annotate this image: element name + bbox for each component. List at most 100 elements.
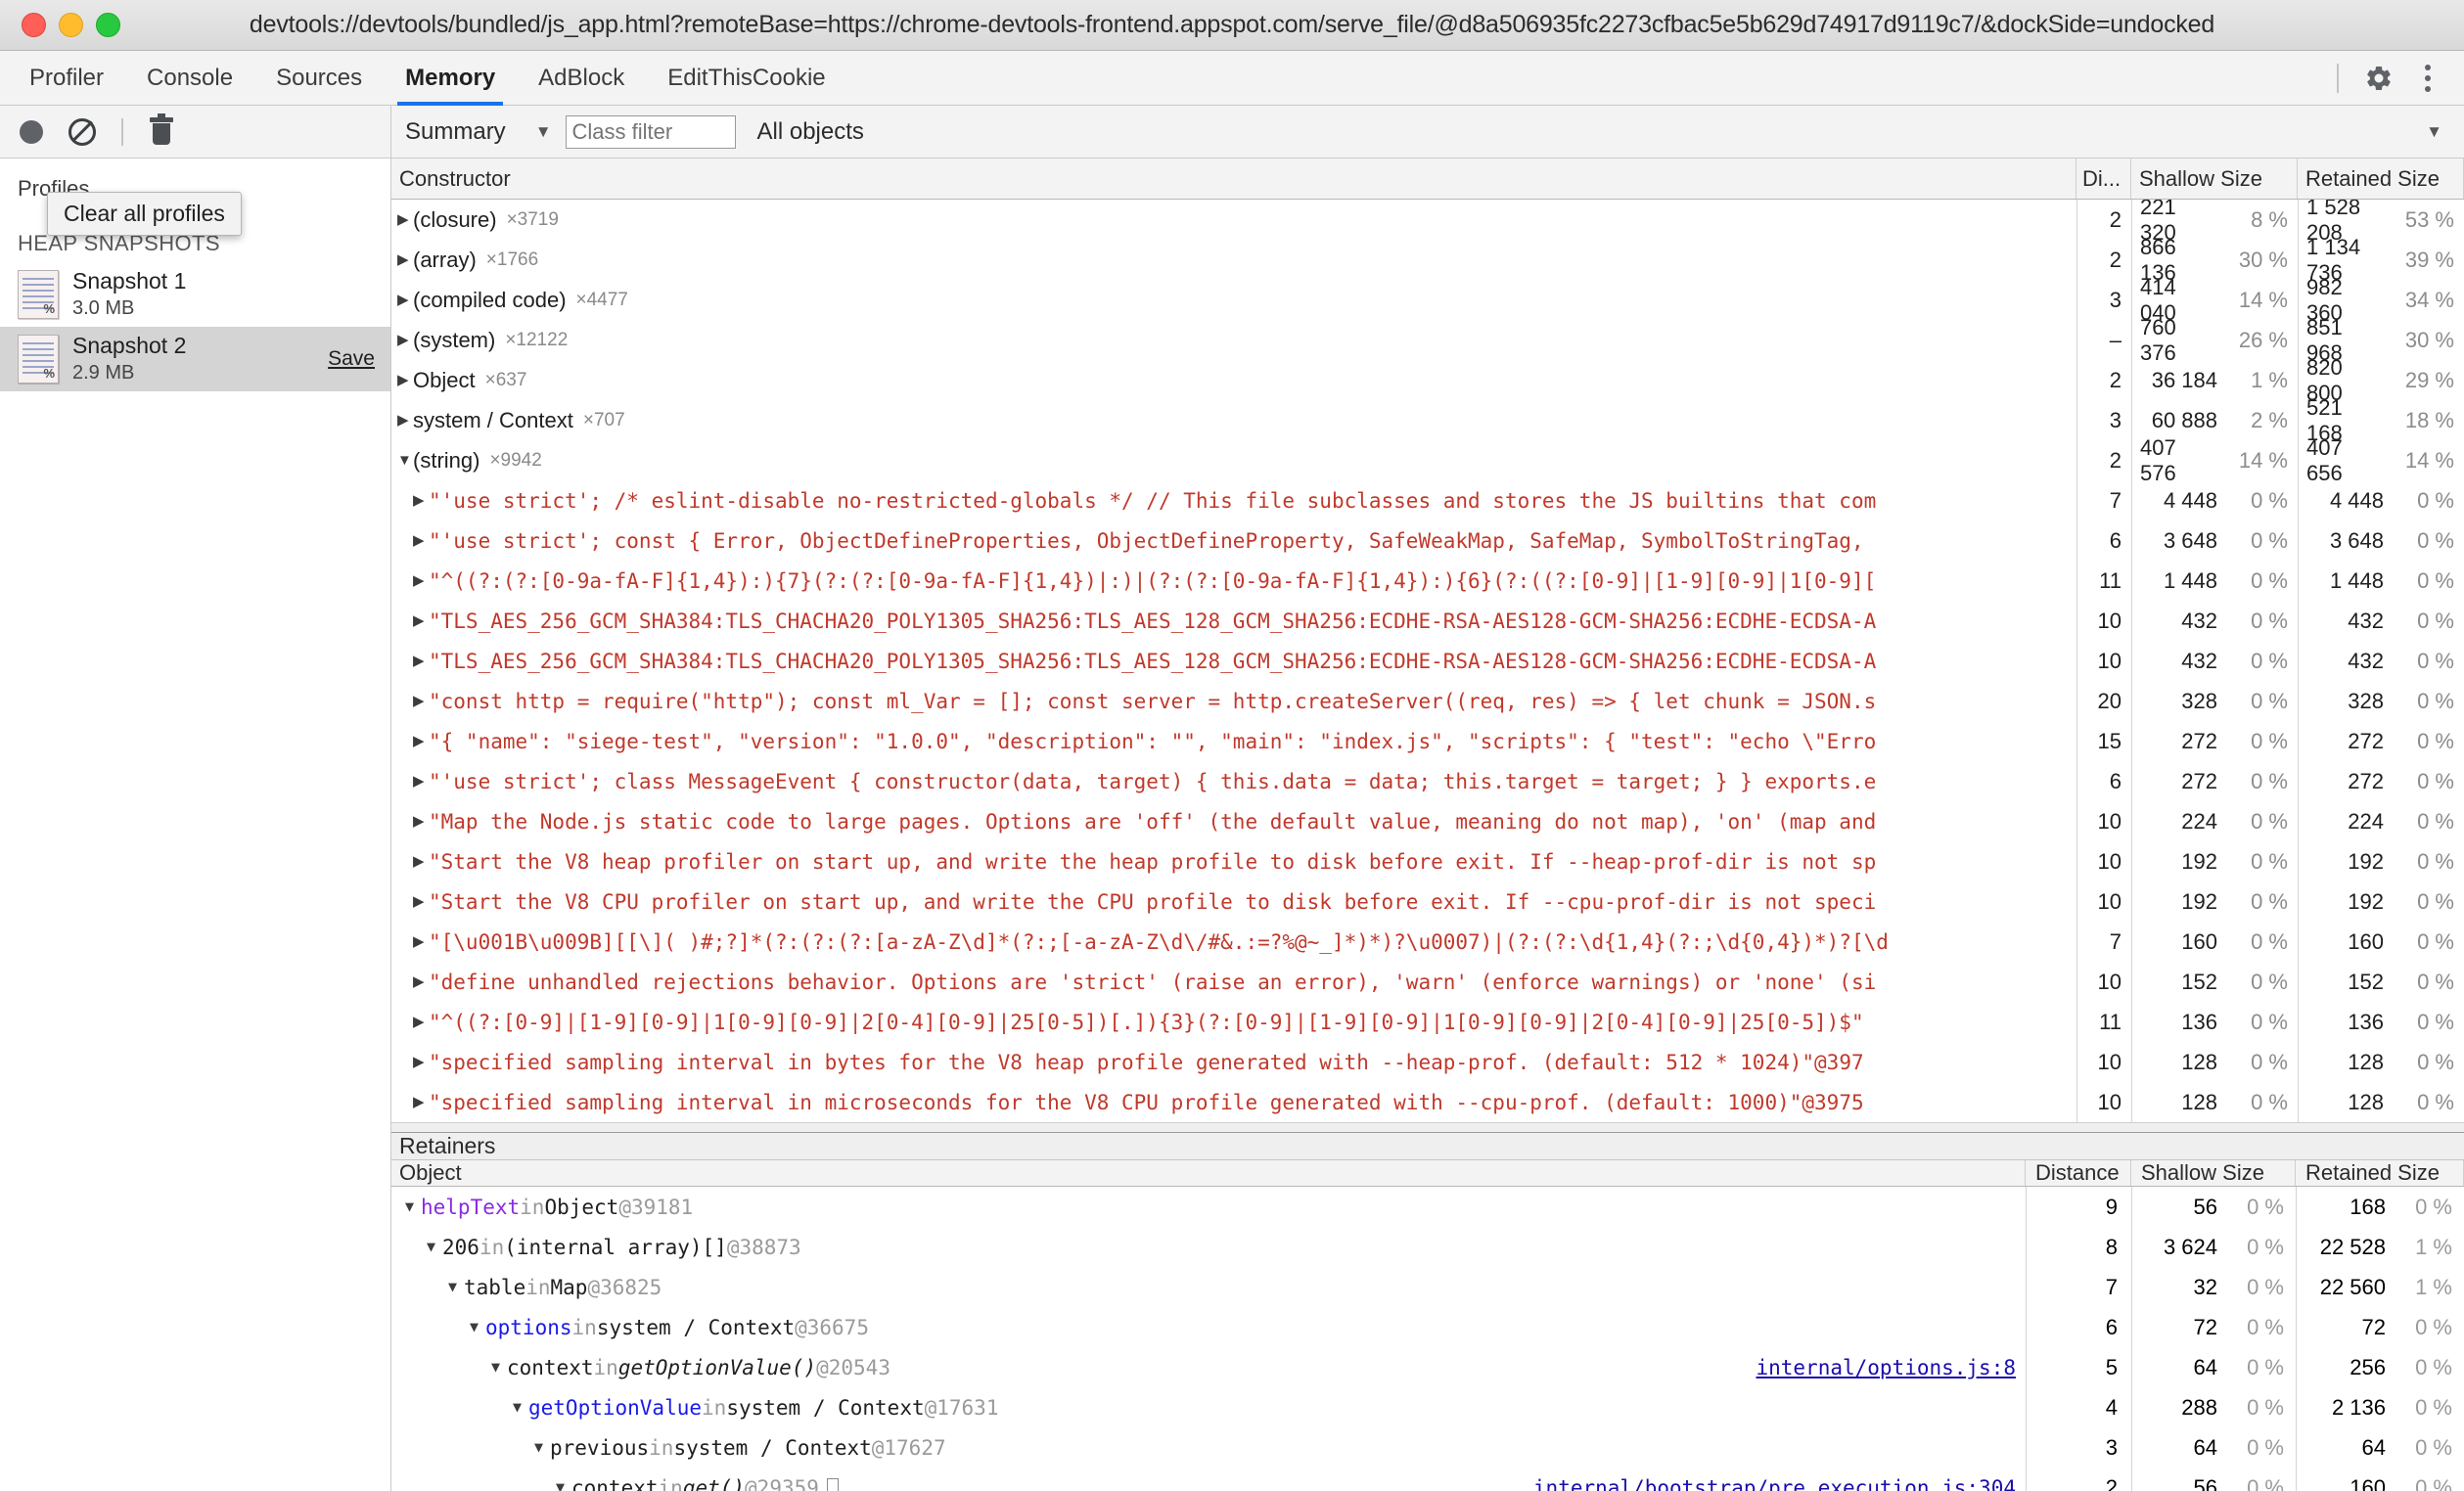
table-row[interactable]: ▼table in Map @368257320 %22 5601 % <box>391 1267 2464 1307</box>
table-row[interactable]: ▶"'use strict'; const { Error, ObjectDef… <box>391 520 2464 561</box>
table-row[interactable]: ▼getOptionValue in system / Context @176… <box>391 1387 2464 1427</box>
table-row[interactable]: ▼206 in (internal array)[] @3887383 6240… <box>391 1227 2464 1267</box>
view-mode-select[interactable]: Summary ▼ <box>405 118 566 146</box>
column-header-distance[interactable]: Di... <box>2076 158 2131 199</box>
triangle-down-icon[interactable]: ▼ <box>556 1480 571 1491</box>
triangle-right-icon[interactable]: ▶ <box>413 734 429 748</box>
table-row[interactable]: ▼previous in system / Context @176273640… <box>391 1427 2464 1468</box>
triangle-down-icon[interactable]: ▼ <box>491 1360 507 1375</box>
profiles-toolbar[interactable] <box>0 106 390 158</box>
column-header-shallow-size[interactable]: Shallow Size <box>2131 1160 2296 1186</box>
triangle-right-icon[interactable]: ▶ <box>413 1095 429 1109</box>
trash-icon[interactable] <box>149 117 174 147</box>
constructors-horizontal-scrollbar[interactable] <box>391 1122 2464 1132</box>
triangle-right-icon[interactable]: ▶ <box>413 894 429 909</box>
table-row[interactable]: ▶"Start the V8 CPU profiler on start up,… <box>391 881 2464 922</box>
triangle-right-icon[interactable]: ▶ <box>397 413 413 428</box>
column-header-object[interactable]: Object <box>391 1160 2026 1186</box>
triangle-down-icon[interactable]: ▼ <box>405 1199 421 1214</box>
percent: 0 % <box>2397 849 2454 875</box>
heap-view-toolbar[interactable]: Summary ▼ Class filter All objects ▼ <box>391 106 2464 158</box>
triangle-right-icon[interactable]: ▶ <box>397 293 413 307</box>
column-header-retained-size[interactable]: Retained Size <box>2296 1160 2464 1186</box>
triangle-down-icon[interactable]: ▼ <box>448 1280 464 1294</box>
triangle-down-icon[interactable]: ▼ <box>534 1440 550 1455</box>
table-row[interactable]: ▶"{ "name": "siege-test", "version": "1.… <box>391 721 2464 761</box>
distance-cell: 2 <box>2026 1468 2131 1491</box>
table-row[interactable]: ▶(system)×12122–760 37626 %851 96830 % <box>391 320 2464 360</box>
triangle-right-icon[interactable]: ▶ <box>397 333 413 347</box>
percent: 0 % <box>2231 970 2288 995</box>
shallow-size-cell: 2240 % <box>2131 801 2298 841</box>
column-header-distance[interactable]: Distance <box>2026 1160 2131 1186</box>
snapshot-item-1[interactable]: % Snapshot 1 3.0 MB <box>0 262 390 327</box>
table-row[interactable]: ▼context in get() @29359internal/bootstr… <box>391 1468 2464 1491</box>
triangle-right-icon[interactable]: ▶ <box>413 934 429 949</box>
more-options-button[interactable] <box>2405 56 2450 101</box>
tab-memory[interactable]: Memory <box>384 51 517 105</box>
tab-sources[interactable]: Sources <box>254 51 384 105</box>
triangle-right-icon[interactable]: ▶ <box>413 493 429 508</box>
triangle-right-icon[interactable]: ▶ <box>413 1015 429 1029</box>
table-row[interactable]: ▶"specified sampling interval in microse… <box>391 1082 2464 1122</box>
triangle-right-icon[interactable]: ▶ <box>413 1055 429 1069</box>
table-row[interactable]: ▶"const http = require("http"); const ml… <box>391 681 2464 721</box>
triangle-right-icon[interactable]: ▶ <box>397 212 413 227</box>
save-snapshot-link[interactable]: Save <box>320 347 375 371</box>
table-row[interactable]: ▼context in getOptionValue() @20543inter… <box>391 1347 2464 1387</box>
triangle-right-icon[interactable]: ▶ <box>413 974 429 989</box>
settings-button[interactable] <box>2356 56 2401 101</box>
table-row[interactable]: ▶"TLS_AES_256_GCM_SHA384:TLS_CHACHA20_PO… <box>391 641 2464 681</box>
triangle-down-icon[interactable]: ▼ <box>397 453 413 468</box>
devtools-tabbar[interactable]: Profiler Console Sources Memory AdBlock … <box>0 51 2464 106</box>
triangle-right-icon[interactable]: ▶ <box>413 573 429 588</box>
table-row[interactable]: ▶"^((?:(?:[0-9a-fA-F]{1,4}):){7}(?:(?:[0… <box>391 561 2464 601</box>
triangle-right-icon[interactable]: ▶ <box>413 613 429 628</box>
table-row[interactable]: ▶"'use strict'; /* eslint-disable no-res… <box>391 480 2464 520</box>
value: 72 <box>2362 1315 2386 1340</box>
table-row[interactable]: ▶"TLS_AES_256_GCM_SHA384:TLS_CHACHA20_PO… <box>391 601 2464 641</box>
table-row[interactable]: ▶"specified sampling interval in bytes f… <box>391 1042 2464 1082</box>
value: 272 <box>2348 729 2384 754</box>
table-row[interactable]: ▶"[\u001B\u009B][[\]( )#;?]*(?:(?:(?:[a-… <box>391 922 2464 962</box>
triangle-right-icon[interactable]: ▶ <box>413 814 429 829</box>
tab-editthiscookie[interactable]: EditThisCookie <box>646 51 846 105</box>
percent: 0 % <box>2229 1355 2284 1380</box>
table-row[interactable]: ▶"^((?:[0-9]|[1-9][0-9]|1[0-9][0-9]|2[0-… <box>391 1002 2464 1042</box>
triangle-right-icon[interactable]: ▶ <box>397 252 413 267</box>
table-row[interactable]: ▼options in system / Context @366756720 … <box>391 1307 2464 1347</box>
table-row[interactable]: ▶"define unhandled rejections behavior. … <box>391 962 2464 1002</box>
table-row[interactable]: ▶"Map the Node.js static code to large p… <box>391 801 2464 841</box>
triangle-right-icon[interactable]: ▶ <box>413 854 429 869</box>
value: 4 448 <box>2330 488 2384 514</box>
triangle-down-icon[interactable]: ▼ <box>427 1240 442 1254</box>
column-header-retained-size[interactable]: Retained Size <box>2298 158 2464 199</box>
table-row[interactable]: ▼helpText in Object @391819560 %1680 % <box>391 1187 2464 1227</box>
constructors-grid-header[interactable]: Constructor Di... Shallow Size Retained … <box>391 158 2464 200</box>
tab-console[interactable]: Console <box>125 51 254 105</box>
table-row[interactable]: ▶"Start the V8 heap profiler on start up… <box>391 841 2464 881</box>
source-link[interactable]: internal/options.js:8 <box>1756 1356 2016 1379</box>
tab-adblock[interactable]: AdBlock <box>517 51 646 105</box>
triangle-right-icon[interactable]: ▶ <box>397 373 413 387</box>
source-link[interactable]: internal/bootstrap/pre_execution.js:304 <box>1533 1476 2016 1491</box>
triangle-right-icon[interactable]: ▶ <box>413 654 429 668</box>
percent: 0 % <box>2397 1050 2454 1075</box>
triangle-down-icon[interactable]: ▼ <box>470 1320 485 1334</box>
table-row[interactable]: ▶"'use strict'; class MessageEvent { con… <box>391 761 2464 801</box>
no-entry-icon[interactable] <box>68 118 96 146</box>
record-icon[interactable] <box>20 120 43 144</box>
triangle-right-icon[interactable]: ▶ <box>413 694 429 708</box>
table-row[interactable]: ▼(string)×99422407 57614 %407 65614 % <box>391 440 2464 480</box>
snapshot-item-2[interactable]: % Snapshot 2 2.9 MB Save <box>0 327 390 391</box>
retainers-grid-header[interactable]: Object Distance Shallow Size Retained Si… <box>391 1160 2464 1187</box>
column-header-constructor[interactable]: Constructor <box>391 158 2076 199</box>
triangle-down-icon[interactable]: ▼ <box>513 1400 528 1415</box>
column-header-shallow-size[interactable]: Shallow Size <box>2131 158 2298 199</box>
table-row[interactable]: ▶Object×637236 1841 %820 80029 % <box>391 360 2464 400</box>
triangle-right-icon[interactable]: ▶ <box>413 533 429 548</box>
triangle-right-icon[interactable]: ▶ <box>413 774 429 789</box>
class-filter-input[interactable]: Class filter <box>566 115 736 149</box>
object-filter-select[interactable]: All objects ▼ <box>757 118 2464 146</box>
tab-profiler[interactable]: Profiler <box>8 51 125 105</box>
